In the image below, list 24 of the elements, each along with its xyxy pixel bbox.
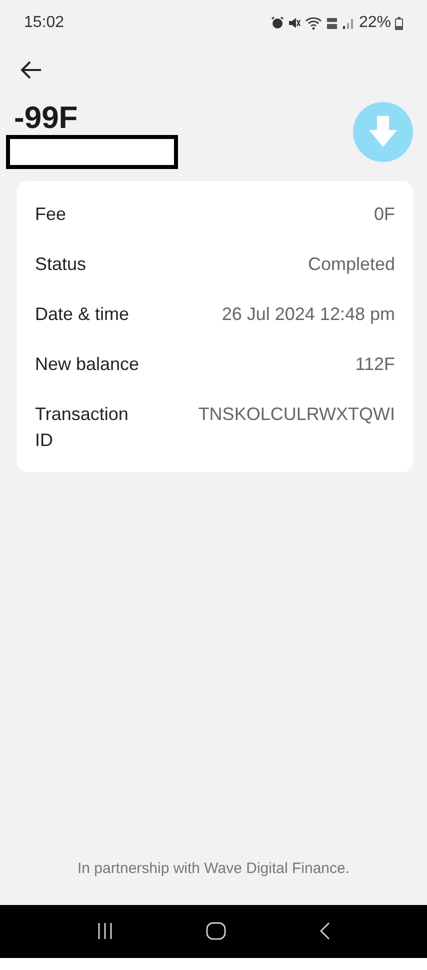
detail-label: Fee: [35, 203, 68, 226]
download-arrow-icon: [368, 116, 398, 148]
home-icon: [206, 922, 226, 940]
detail-label: Date & time: [35, 303, 130, 326]
battery-icon: [395, 16, 403, 30]
signal-icon: [342, 17, 355, 29]
detail-label: Transaction ID: [35, 403, 130, 452]
detail-value: 0F: [374, 203, 395, 226]
alarm-icon: [270, 17, 284, 29]
back-arrow-icon: [20, 60, 42, 79]
detail-value: 112F: [355, 353, 395, 376]
clock-time: 15:02: [24, 13, 64, 33]
detail-value: Completed: [308, 253, 395, 276]
partnership-note: In partnership with Wave Digital Finance.: [76, 858, 351, 878]
detail-label: Status: [35, 253, 88, 276]
detail-value: TNSKOLCULRWXTQWI: [198, 403, 395, 426]
recent-apps-icon: [96, 923, 114, 940]
battery-percent: 22%: [358, 13, 391, 33]
detail-label: New balance: [35, 353, 140, 376]
detail-value: 26 Jul 2024 12:48 pm: [222, 303, 395, 326]
transaction-amount: -99F: [14, 102, 79, 133]
mute-icon: [288, 17, 301, 29]
wifi-icon: [304, 16, 322, 30]
back-chevron-icon: [318, 922, 331, 940]
